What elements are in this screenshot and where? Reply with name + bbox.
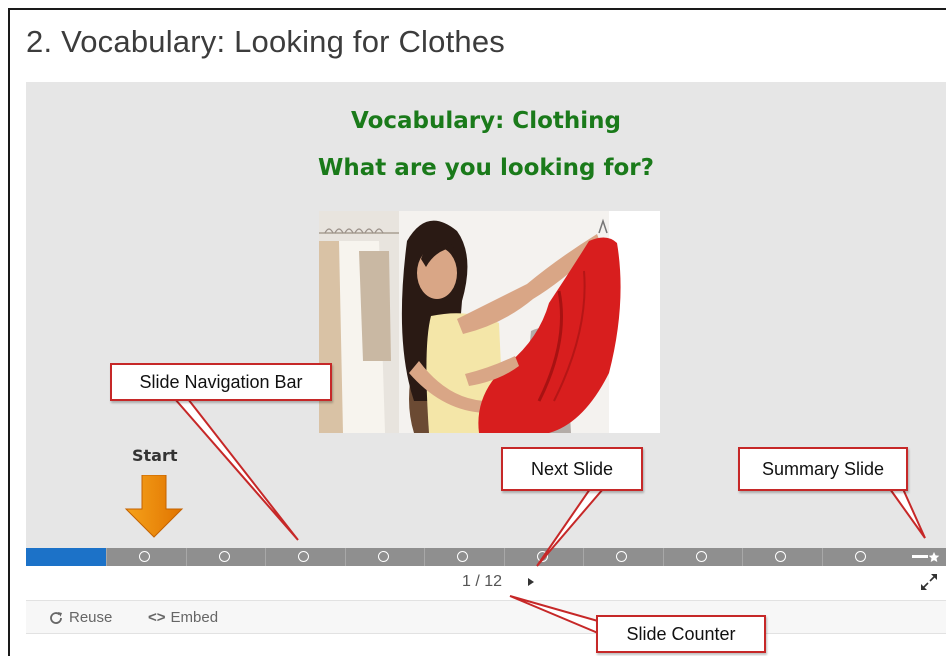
slide-nav-segment[interactable] <box>345 548 424 566</box>
slide-dot-icon <box>219 551 230 562</box>
slide-subheading: What are you looking for? <box>318 155 654 181</box>
reuse-label: Reuse <box>69 609 113 626</box>
slide-nav-segment[interactable] <box>424 548 503 566</box>
slide-nav-segment[interactable] <box>504 548 583 566</box>
start-arrow-icon <box>124 475 184 538</box>
callout-summary-slide: Summary Slide <box>738 447 908 491</box>
woman-holding-red-dress-photo <box>319 211 660 433</box>
summary-slide-button[interactable] <box>906 548 946 566</box>
slide-nav-segment[interactable] <box>822 548 901 566</box>
play-next-icon[interactable] <box>528 578 534 586</box>
slide-nav-segment[interactable] <box>106 548 185 566</box>
slide-dot-icon <box>457 551 468 562</box>
page-title: 2. Vocabulary: Looking for Clothes <box>26 24 505 59</box>
slide-dot-icon <box>855 551 866 562</box>
reuse-button[interactable]: Reuse <box>48 609 112 626</box>
refresh-icon <box>50 611 62 624</box>
slide-counter: 1 / 12 <box>462 573 503 590</box>
embed-label: Embed <box>170 609 219 626</box>
embed-icon: <> <box>148 609 166 626</box>
slide-nav-segment[interactable] <box>583 548 662 566</box>
slide-heading: Vocabulary: Clothing <box>351 108 621 134</box>
slide-nav-segment[interactable] <box>186 548 265 566</box>
callout-next-slide: Next Slide <box>501 447 643 491</box>
slide-dot-icon <box>139 551 150 562</box>
slide-dot-icon <box>537 551 548 562</box>
slide-nav-segment[interactable] <box>663 548 742 566</box>
callout-slide-counter: Slide Counter <box>596 615 766 653</box>
slide-dot-icon <box>696 551 707 562</box>
slide-photo <box>319 211 660 433</box>
content-actions-bar: Reuse <> Embed <box>26 600 946 634</box>
navigation-progress <box>26 548 106 566</box>
fullscreen-icon[interactable] <box>919 572 939 592</box>
slide-nav-segment[interactable] <box>265 548 344 566</box>
slide-dot-icon <box>616 551 627 562</box>
slide-navigation-bar[interactable] <box>26 548 946 566</box>
slide-dot-icon <box>378 551 389 562</box>
summary-star-icon <box>912 552 940 562</box>
callout-slide-navigation-bar: Slide Navigation Bar <box>110 363 332 401</box>
slide-dot-icon <box>775 551 786 562</box>
slide-controls: 1 / 12 <box>26 566 946 600</box>
slide-nav-segment[interactable] <box>742 548 821 566</box>
embed-button[interactable]: <> Embed <box>148 609 218 626</box>
start-label: Start <box>132 446 178 465</box>
slide-dot-icon <box>298 551 309 562</box>
